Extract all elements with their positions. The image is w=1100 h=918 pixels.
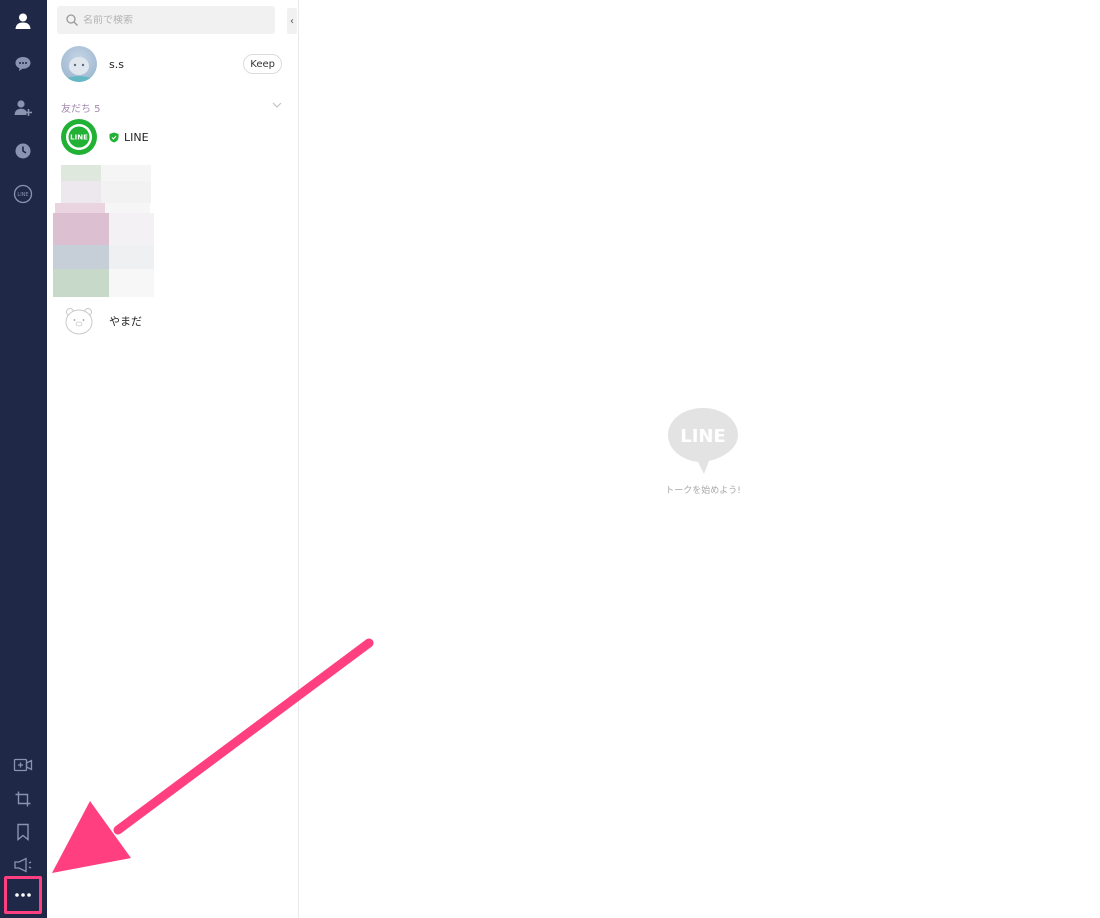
line-logo-icon: LINE <box>66 124 92 150</box>
search-box[interactable] <box>57 6 275 34</box>
timeline-tab[interactable] <box>7 135 39 167</box>
search-icon <box>66 14 78 26</box>
line-logo-text: LINE <box>680 426 726 447</box>
collapse-panel-button[interactable]: ‹ <box>287 8 297 34</box>
chat-icon <box>15 57 31 71</box>
chevron-down-icon[interactable] <box>271 100 283 110</box>
bear-avatar-icon <box>65 308 93 335</box>
cat-photo-icon <box>63 57 95 82</box>
friends-tab[interactable] <box>7 5 39 37</box>
video-call-button[interactable] <box>7 749 39 781</box>
megaphone-icon <box>14 857 32 873</box>
crop-icon <box>15 791 31 807</box>
person-icon <box>15 13 31 29</box>
line-avatar-text: LINE <box>70 134 88 142</box>
add-friend-tab[interactable] <box>7 92 39 124</box>
keep-button[interactable] <box>7 816 39 848</box>
empty-state-message: トークを始めよう! <box>665 486 741 496</box>
empty-state: LINE トークを始めよう! <box>640 405 766 496</box>
my-avatar <box>61 46 97 82</box>
search-input[interactable] <box>79 14 275 26</box>
chevron-left-icon: ‹ <box>290 15 294 27</box>
add-friend-icon <box>14 100 32 116</box>
keep-memo-button[interactable]: Keep <box>243 54 282 74</box>
bookmark-icon <box>17 823 29 841</box>
friend-row-line[interactable]: LINE LINE <box>47 118 298 156</box>
friends-section-header[interactable]: 友だち 5 <box>61 100 101 115</box>
clock-icon <box>15 143 31 159</box>
friend-name-line: LINE <box>124 130 149 144</box>
line-bubble-logo: LINE <box>668 408 738 474</box>
official-shield-icon <box>109 132 119 142</box>
video-plus-icon <box>13 758 33 772</box>
line-official-avatar: LINE <box>61 119 97 155</box>
svg-text:LINE: LINE <box>17 192 28 198</box>
line-icon: LINE <box>13 184 33 204</box>
blurred-friend-rows <box>53 165 159 297</box>
friend-name-yamada: やまだ <box>109 315 142 328</box>
friend-list-panel: ‹ s.s Keep 友だち 5 LINE LINE <box>47 0 299 918</box>
screenshot-button[interactable] <box>7 783 39 815</box>
yamada-avatar <box>61 303 97 339</box>
friend-row-yamada[interactable]: やまだ <box>47 302 298 340</box>
highlight-box <box>4 876 42 914</box>
navigation-rail: LINE <box>0 0 47 918</box>
my-profile-name: s.s <box>109 57 124 71</box>
chats-tab[interactable] <box>7 48 39 80</box>
line-services-tab[interactable]: LINE <box>7 178 39 210</box>
